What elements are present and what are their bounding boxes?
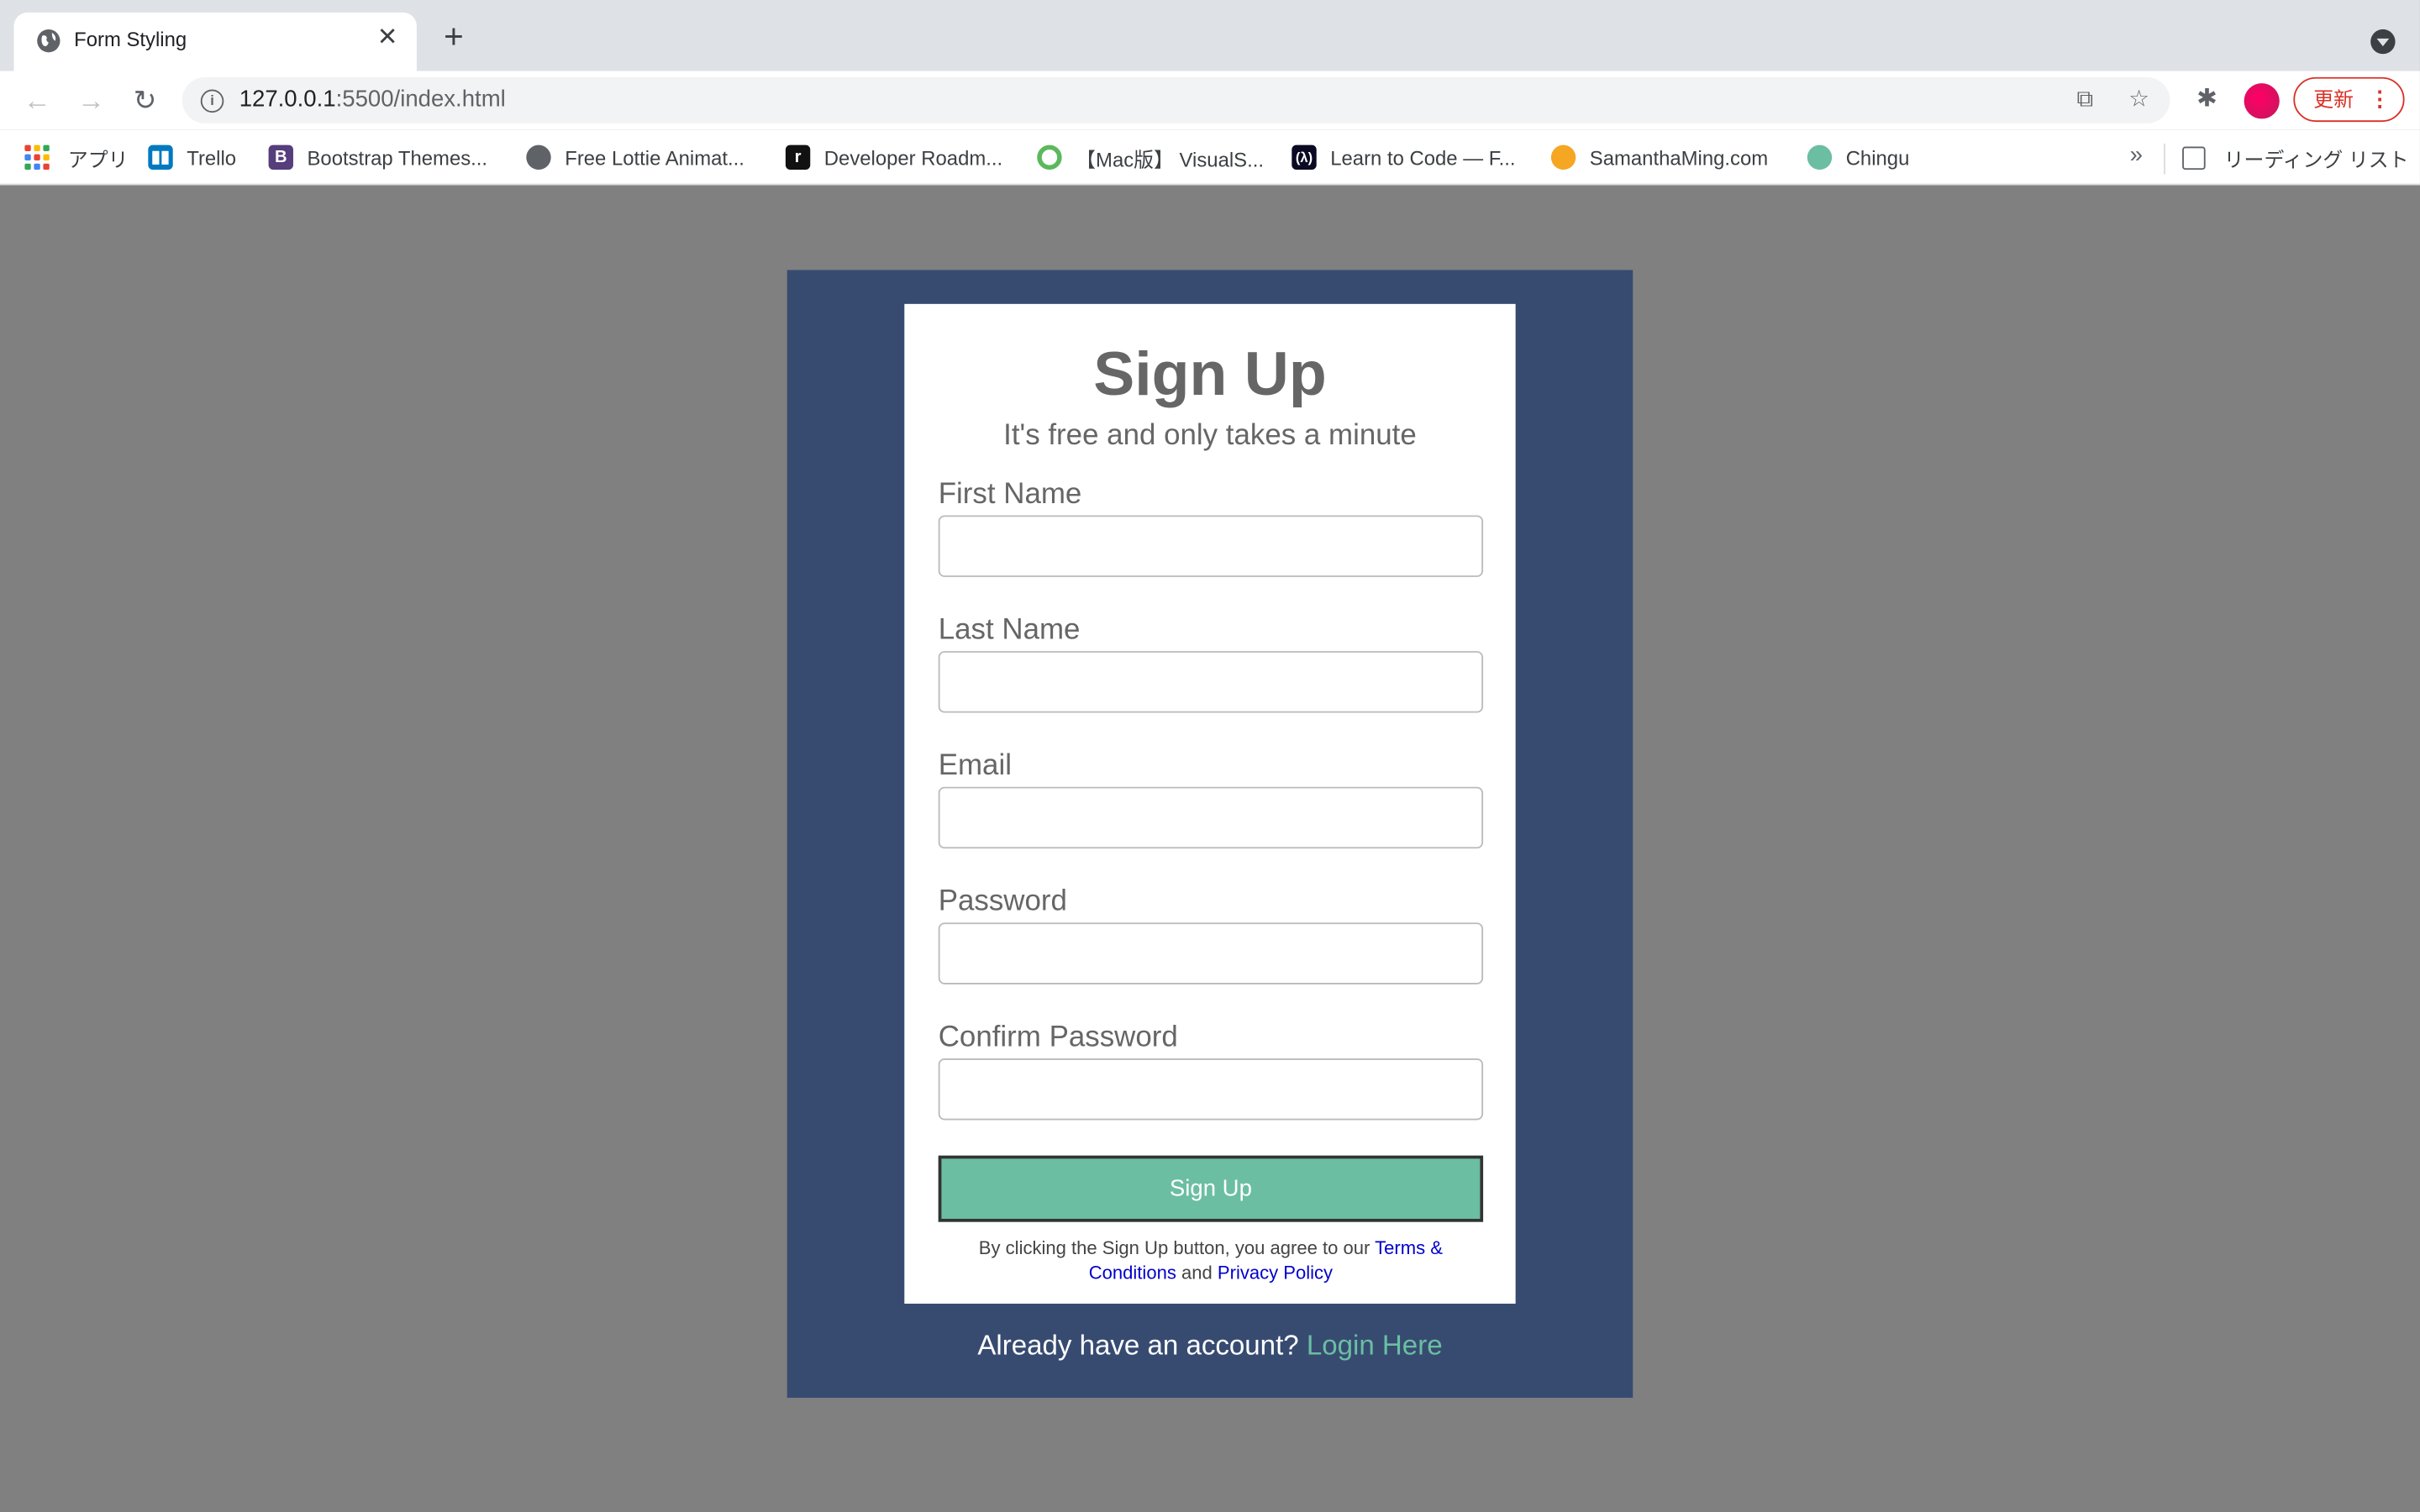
chingu-icon (1807, 144, 1833, 171)
login-prompt: Already have an account? Login Here (787, 1330, 1634, 1362)
translate-icon[interactable]: ⧉ (2071, 87, 2099, 114)
url-host: 127.0.0.1 (239, 86, 336, 113)
signup-card: Sign Up It's free and only takes a minut… (904, 303, 1516, 1305)
bookmark-freecodecamp[interactable]: (λ) Learn to Code — F... (1292, 144, 1516, 171)
email-label: Email (938, 749, 1012, 783)
bookmark-samantha[interactable]: SamanthaMing.com (1550, 144, 1769, 171)
bookmark-label: Learn to Code — F... (1330, 145, 1516, 170)
back-icon[interactable]: ← (20, 83, 54, 117)
roadmap-icon: r (785, 144, 811, 171)
reading-list-button[interactable]: リーディング リスト (2182, 144, 2409, 173)
samantha-icon (1550, 144, 1576, 171)
tab-strip: Form Styling ✕ + (0, 0, 2420, 71)
bookmark-visualstudio[interactable]: 【Mac版】 VisualS... (1037, 144, 1264, 171)
confirm-password-input[interactable] (938, 1058, 1484, 1121)
bookmark-chingu[interactable]: Chingu (1807, 144, 1910, 171)
bookmark-label: Bootstrap Themes... (307, 145, 488, 170)
browser-toolbar: ← → ↻ i 127.0.0.1:5500/index.html ⧉ ☆ ✱ … (0, 71, 2420, 130)
bookmark-label: アプリ (67, 147, 129, 171)
last-name-label: Last Name (938, 614, 1081, 647)
reload-icon[interactable]: ↻ (128, 83, 161, 117)
url-text[interactable]: 127.0.0.1:5500/index.html (239, 87, 506, 113)
visualstudio-icon (1037, 144, 1062, 171)
bookmark-apps[interactable]: アプリ (24, 144, 128, 171)
email-input[interactable] (938, 786, 1484, 849)
url-path: :5500/index.html (335, 86, 506, 113)
bookmark-roadmap[interactable]: r Developer Roadm... (785, 144, 1003, 171)
bookmark-label: Chingu (1845, 145, 1910, 170)
login-prompt-text: Already have an account? (977, 1330, 1307, 1361)
bookmark-label: Free Lottie Animat... (565, 145, 744, 170)
bookmark-label: 【Mac版】 VisualS... (1076, 147, 1264, 171)
first-name-label: First Name (938, 478, 1082, 511)
password-label: Password (938, 885, 1067, 918)
reading-list-icon (2182, 146, 2206, 171)
menu-dots-icon[interactable]: ⋮ (2369, 79, 2391, 121)
bookmark-lottie[interactable]: Free Lottie Animat... (526, 144, 744, 171)
update-label: 更新 (2313, 87, 2354, 112)
bookmark-label: SamanthaMing.com (1589, 145, 1769, 170)
bootstrap-icon: B (268, 144, 293, 171)
new-tab-button[interactable]: + (437, 19, 471, 55)
profile-avatar[interactable] (2244, 83, 2280, 119)
tab-search-icon[interactable] (2370, 29, 2396, 55)
terms-notice: By clicking the Sign Up button, you agre… (939, 1236, 1483, 1285)
bookmark-trello[interactable]: ▮▮ Trello (148, 144, 236, 171)
globe-icon (37, 29, 60, 53)
tab-title: Form Styling (74, 28, 187, 51)
apps-icon (24, 144, 50, 171)
bookmark-label: Developer Roadm... (823, 145, 1003, 170)
login-link[interactable]: Login Here (1307, 1330, 1443, 1361)
bookmarks-bar: アプリ ▮▮ Trello B Bootstrap Themes... Free… (0, 129, 2420, 186)
bookmark-bootstrap[interactable]: B Bootstrap Themes... (268, 144, 488, 171)
form-subtitle: It's free and only takes a minute (1003, 419, 1417, 453)
signup-panel: Sign Up It's free and only takes a minut… (786, 270, 1634, 1399)
address-bar[interactable]: i 127.0.0.1:5500/index.html ⧉ ☆ (182, 76, 2170, 123)
bookmark-label: Trello (187, 145, 237, 170)
bookmarks-divider (2164, 143, 2165, 175)
first-name-input[interactable] (938, 515, 1484, 577)
globe-icon (526, 144, 551, 171)
site-info-icon[interactable]: i (200, 89, 224, 113)
terms-prefix: By clicking the Sign Up button, you agre… (978, 1237, 1376, 1259)
trello-icon: ▮▮ (148, 144, 173, 171)
form-title: Sign Up (1093, 340, 1327, 409)
terms-and: and (1176, 1262, 1218, 1284)
sign-up-button[interactable]: Sign Up (938, 1155, 1484, 1222)
update-button[interactable]: 更新 ⋮ (2293, 76, 2405, 123)
freecodecamp-icon: (λ) (1292, 144, 1317, 171)
password-input[interactable] (938, 922, 1484, 984)
more-bookmarks-icon[interactable]: » (2130, 142, 2143, 168)
confirm-password-label: Confirm Password (938, 1021, 1178, 1054)
star-icon[interactable]: ☆ (2125, 87, 2153, 114)
extensions-icon[interactable]: ✱ (2193, 87, 2221, 114)
last-name-input[interactable] (938, 651, 1484, 713)
tab-form-styling[interactable]: Form Styling ✕ (13, 12, 417, 71)
reading-list-label: リーディング リスト (2223, 148, 2409, 171)
privacy-link[interactable]: Privacy Policy (1218, 1262, 1333, 1284)
forward-icon[interactable]: → (74, 83, 108, 117)
close-tab-icon[interactable]: ✕ (373, 24, 401, 52)
